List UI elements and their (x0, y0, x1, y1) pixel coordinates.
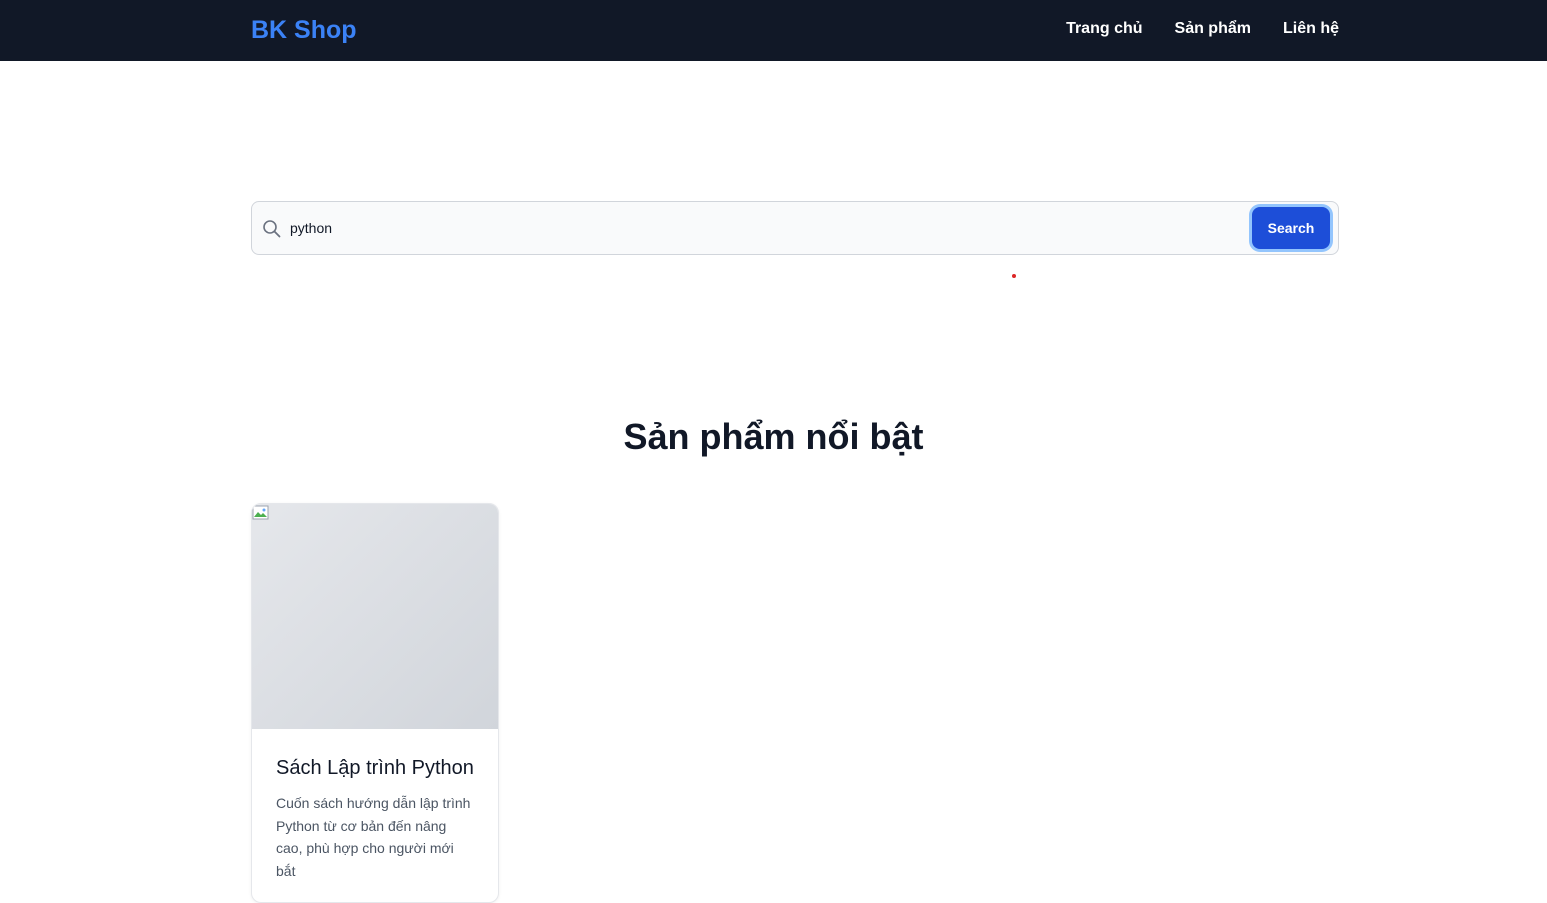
featured-section-title: Sản phẩm nổi bật (623, 416, 924, 457)
nav-link-products[interactable]: Sản phẩm (1175, 18, 1251, 40)
product-description: Cuốn sách hướng dẫn lập trình Python từ … (276, 795, 471, 879)
brand-logo-link[interactable]: BK Shop (251, 14, 357, 46)
search-button[interactable]: Search (1252, 207, 1330, 249)
navbar: BK Shop Trang chủ Sản phẩm Liên hệ (0, 0, 1547, 61)
nav-link-home[interactable]: Trang chủ (1066, 18, 1142, 40)
nav-link-contact[interactable]: Liên hệ (1283, 18, 1339, 40)
search-icon (262, 219, 282, 239)
product-image[interactable] (252, 504, 498, 729)
broken-image-icon (252, 504, 270, 522)
cursor-dot (1012, 274, 1016, 278)
nav-links: Trang chủ Sản phẩm Liên hệ (1066, 18, 1339, 40)
product-card[interactable]: Sách Lập trình Python Cuốn sách hướng dẫ… (251, 503, 499, 903)
product-body: Sách Lập trình Python Cuốn sách hướng dẫ… (252, 729, 498, 882)
product-name[interactable]: Sách Lập trình Python (276, 754, 474, 782)
search-input[interactable] (290, 210, 1240, 246)
search-bar: Search (251, 201, 1339, 255)
